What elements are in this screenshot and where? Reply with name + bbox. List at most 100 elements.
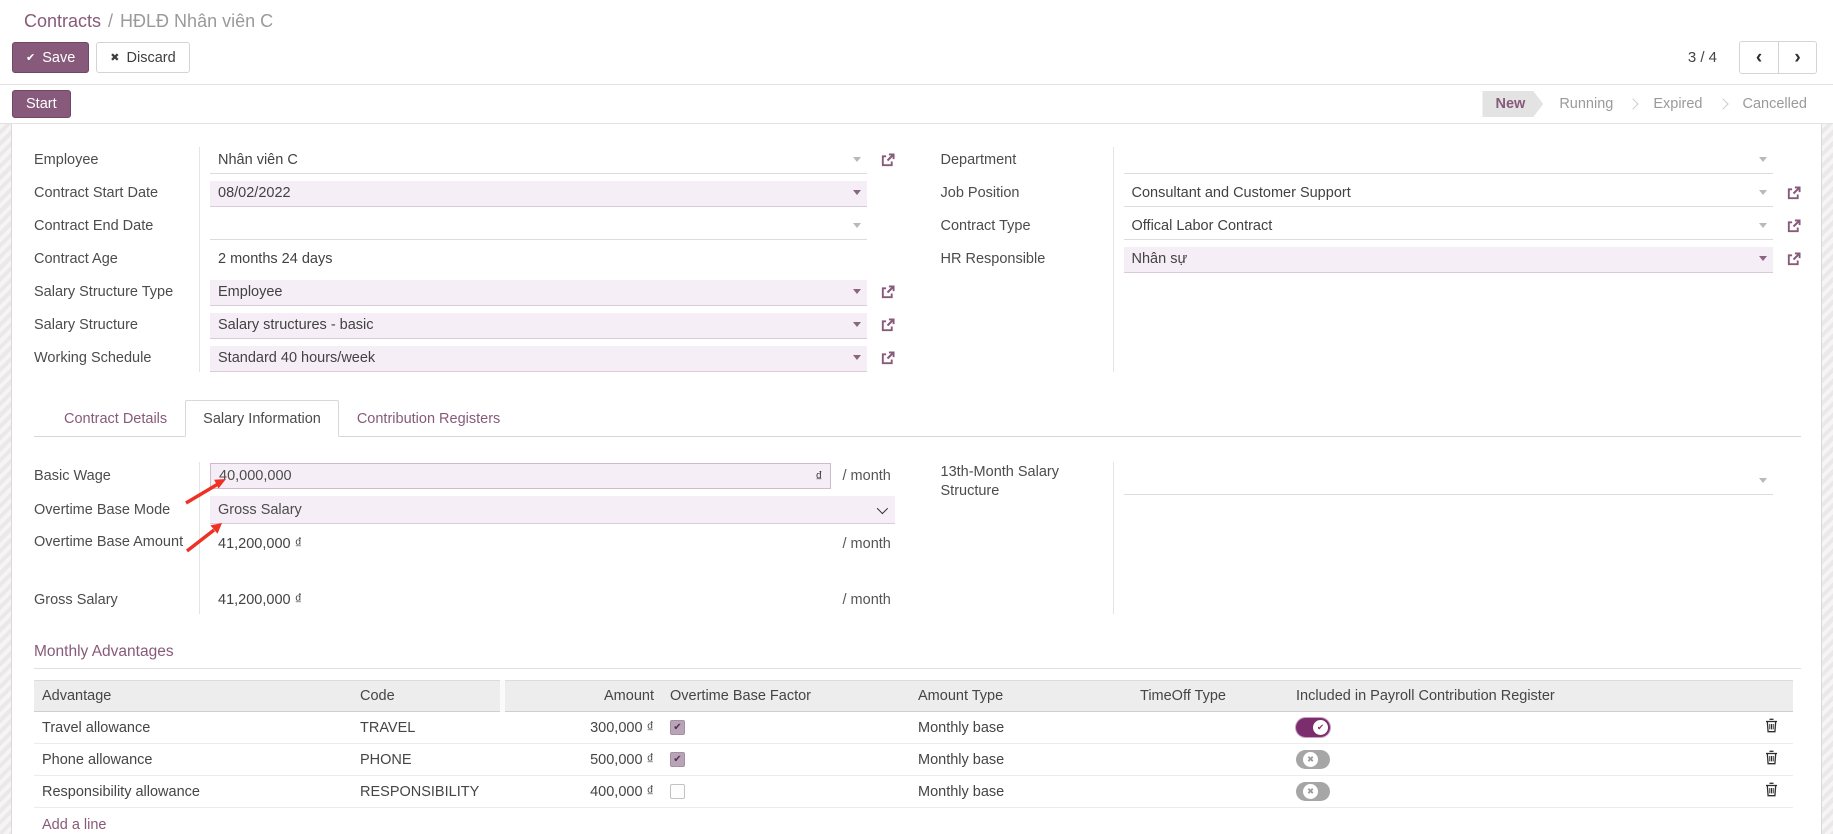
advantage-cell[interactable]: Travel allowance xyxy=(34,712,352,744)
add-a-line-link[interactable]: Add a line xyxy=(34,808,115,833)
delete-row-button[interactable] xyxy=(1763,750,1780,768)
status-step-new[interactable]: New xyxy=(1482,91,1543,117)
overtime-base-factor-checkbox[interactable]: ✔ xyxy=(670,720,685,735)
dropdown-caret-icon[interactable] xyxy=(1759,190,1767,195)
employee-field[interactable]: Nhân viên C xyxy=(210,148,867,174)
dropdown-caret-icon[interactable] xyxy=(853,223,861,228)
code-cell[interactable]: RESPONSIBILITY xyxy=(352,776,502,808)
external-link-icon[interactable] xyxy=(1780,219,1801,234)
table-header-row: Advantage Code Amount Overtime Base Fact… xyxy=(34,681,1793,712)
pager-previous-button[interactable]: ‹ xyxy=(1740,42,1778,73)
breadcrumb-separator: / xyxy=(101,11,120,31)
trash-icon xyxy=(1765,750,1778,765)
delete-row-button[interactable] xyxy=(1763,718,1780,736)
monthly-advantages-title[interactable]: Monthly Advantages xyxy=(34,643,174,661)
included-toggle-off[interactable]: ✖ xyxy=(1296,750,1330,769)
table-row[interactable]: Phone allowance PHONE 500,000 ₫ ✔ Monthl… xyxy=(34,744,1793,776)
step-separator-icon xyxy=(1717,98,1728,109)
tab-salary-information[interactable]: Salary Information xyxy=(185,400,339,437)
column-header-timeoff-type[interactable]: TimeOff Type xyxy=(1132,681,1288,712)
chevron-left-icon: ‹ xyxy=(1756,47,1762,68)
breadcrumb-record-name: HĐLĐ Nhân viên C xyxy=(120,11,273,31)
column-header-amount-type[interactable]: Amount Type xyxy=(910,681,1132,712)
contract-type-field[interactable]: Offical Labor Contract xyxy=(1124,214,1774,240)
chevron-right-icon: › xyxy=(1794,47,1800,68)
external-link-icon[interactable] xyxy=(874,153,895,168)
contract-start-date-field[interactable]: 08/02/2022 xyxy=(210,181,867,207)
table-row[interactable]: Travel allowance TRAVEL 300,000 ₫ ✔ Mont… xyxy=(34,712,1793,744)
timeoff-type-cell[interactable] xyxy=(1132,776,1288,808)
advantage-cell[interactable]: Phone allowance xyxy=(34,744,352,776)
overtime-base-mode-select[interactable]: Gross Salary xyxy=(210,496,895,524)
column-header-overtime-base-factor[interactable]: Overtime Base Factor xyxy=(662,681,910,712)
column-header-advantage[interactable]: Advantage xyxy=(34,681,352,712)
dropdown-caret-icon[interactable] xyxy=(1759,478,1767,483)
column-header-code[interactable]: Code xyxy=(352,681,502,712)
breadcrumb-contracts-link[interactable]: Contracts xyxy=(24,11,101,31)
amount-type-cell[interactable]: Monthly base xyxy=(910,776,1132,808)
overtime-base-amount-value: 41,200,000 ₫ xyxy=(210,531,831,557)
dropdown-caret-icon[interactable] xyxy=(853,322,861,327)
column-header-amount[interactable]: Amount xyxy=(502,681,662,712)
basic-wage-input[interactable]: 40,000,000₫ xyxy=(210,463,831,489)
code-cell[interactable]: TRAVEL xyxy=(352,712,502,744)
start-button[interactable]: Start xyxy=(12,90,71,118)
column-header-included[interactable]: Included in Payroll Contribution Registe… xyxy=(1288,681,1755,712)
status-step-running[interactable]: Running xyxy=(1553,91,1619,117)
hr-responsible-field[interactable]: Nhân sự xyxy=(1124,247,1774,273)
dropdown-caret-icon[interactable] xyxy=(853,157,861,162)
amount-cell[interactable]: 400,000 ₫ xyxy=(502,776,662,808)
amount-cell[interactable]: 300,000 ₫ xyxy=(502,712,662,744)
dropdown-caret-icon[interactable] xyxy=(1759,256,1767,261)
tab-contribution-registers[interactable]: Contribution Registers xyxy=(339,400,518,437)
save-button[interactable]: ✔Save xyxy=(12,42,89,73)
external-link-icon[interactable] xyxy=(1780,252,1801,267)
salary-right-column: 13th-Month Salary Structure xyxy=(941,459,1802,617)
external-link-icon[interactable] xyxy=(874,285,895,300)
amount-cell[interactable]: 500,000 ₫ xyxy=(502,744,662,776)
overtime-base-factor-checkbox[interactable]: ✔ xyxy=(670,752,685,767)
timeoff-type-cell[interactable] xyxy=(1132,744,1288,776)
external-link-icon[interactable] xyxy=(1780,186,1801,201)
dropdown-caret-icon[interactable] xyxy=(853,190,861,195)
working-schedule-field[interactable]: Standard 40 hours/week xyxy=(210,346,867,372)
status-steps: New Running Expired Cancelled xyxy=(1482,91,1813,117)
included-toggle-off[interactable]: ✖ xyxy=(1296,782,1330,801)
dropdown-caret-icon[interactable] xyxy=(853,355,861,360)
department-field[interactable] xyxy=(1124,148,1774,174)
working-schedule-label: Working Schedule xyxy=(34,345,199,372)
overtime-base-factor-checkbox[interactable] xyxy=(670,784,685,799)
job-position-field[interactable]: Consultant and Customer Support xyxy=(1124,181,1774,207)
status-step-cancelled[interactable]: Cancelled xyxy=(1737,91,1814,117)
salary-structure-type-field[interactable]: Employee xyxy=(210,280,867,306)
status-step-expired[interactable]: Expired xyxy=(1647,91,1708,117)
delete-row-button[interactable] xyxy=(1763,782,1780,800)
dropdown-caret-icon[interactable] xyxy=(853,289,861,294)
advantage-cell[interactable]: Responsibility allowance xyxy=(34,776,352,808)
external-link-icon[interactable] xyxy=(874,351,895,366)
contract-type-label: Contract Type xyxy=(941,213,1113,240)
external-link-icon[interactable] xyxy=(874,318,895,333)
table-row[interactable]: Responsibility allowance RESPONSIBILITY … xyxy=(34,776,1793,808)
gross-salary-suffix: / month xyxy=(831,592,895,608)
thirteenth-month-field[interactable] xyxy=(1124,469,1774,495)
code-cell[interactable]: PHONE xyxy=(352,744,502,776)
contract-end-date-field[interactable] xyxy=(210,214,867,240)
pager-next-button[interactable]: › xyxy=(1778,42,1816,73)
included-toggle-on[interactable]: ✔ xyxy=(1296,718,1330,737)
amount-type-cell[interactable]: Monthly base xyxy=(910,744,1132,776)
tab-contract-details[interactable]: Contract Details xyxy=(46,400,185,437)
gross-salary-value: 41,200,000 ₫ xyxy=(210,587,831,613)
close-icon: ✖ xyxy=(110,51,119,64)
notebook-tabs: Contract Details Salary Information Cont… xyxy=(34,400,1801,437)
overtime-base-mode-label: Overtime Base Mode xyxy=(34,497,199,524)
dropdown-caret-icon[interactable] xyxy=(1759,157,1767,162)
amount-type-cell[interactable]: Monthly base xyxy=(910,712,1132,744)
overtime-base-amount-label: Overtime Base Amount xyxy=(34,527,199,556)
salary-structure-field[interactable]: Salary structures - basic xyxy=(210,313,867,339)
form-sheet: Employee Nhân viên C Contract Start Date… xyxy=(11,124,1822,834)
dropdown-caret-icon[interactable] xyxy=(1759,223,1767,228)
discard-button[interactable]: ✖Discard xyxy=(96,42,189,73)
timeoff-type-cell[interactable] xyxy=(1132,712,1288,744)
toggle-check-icon: ✔ xyxy=(1313,720,1328,735)
